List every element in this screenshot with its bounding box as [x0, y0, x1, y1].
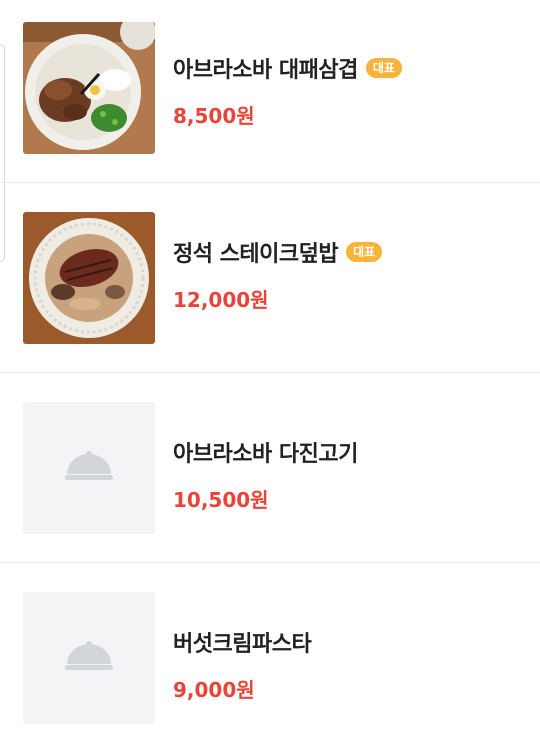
menu-price: 10,500원: [173, 488, 269, 512]
signature-badge: 대표: [365, 58, 402, 78]
cloche-icon: [65, 451, 113, 480]
menu-price: 9,000원: [173, 678, 255, 702]
signature-badge: 대표: [346, 242, 383, 262]
menu-price: 12,000원: [173, 288, 269, 312]
menu-list: 아브라소바 대패삼겹 대표 8,500원 정석 스테이크덮밥 대표 12,000…: [0, 0, 540, 753]
menu-info: 아브라소바 대패삼겹 대표 8,500원: [173, 52, 402, 129]
menu-info: 정석 스테이크덮밥 대표 12,000원: [173, 236, 383, 313]
image-placeholder: [23, 592, 155, 724]
menu-price: 8,500원: [173, 104, 255, 128]
menu-name: 정석 스테이크덮밥: [173, 242, 339, 267]
menu-name: 아브라소바 대패삼겹: [173, 58, 358, 83]
menu-item[interactable]: 아브라소바 대패삼겹 대표 8,500원: [0, 0, 540, 183]
menu-item[interactable]: 정석 스테이크덮밥 대표 12,000원: [0, 183, 540, 373]
menu-name: 아브라소바 다진고기: [173, 442, 358, 467]
menu-name: 버섯크림파스타: [173, 632, 312, 657]
menu-item[interactable]: 아브라소바 다진고기 10,500원: [0, 373, 540, 563]
dish-photo: [23, 22, 155, 154]
dish-photo: [23, 212, 155, 344]
menu-item[interactable]: 버섯크림파스타 9,000원: [0, 563, 540, 753]
image-placeholder: [23, 402, 155, 534]
menu-info: 아브라소바 다진고기 10,500원: [173, 436, 358, 513]
menu-info: 버섯크림파스타 9,000원: [173, 626, 312, 703]
cloche-icon: [65, 641, 113, 670]
